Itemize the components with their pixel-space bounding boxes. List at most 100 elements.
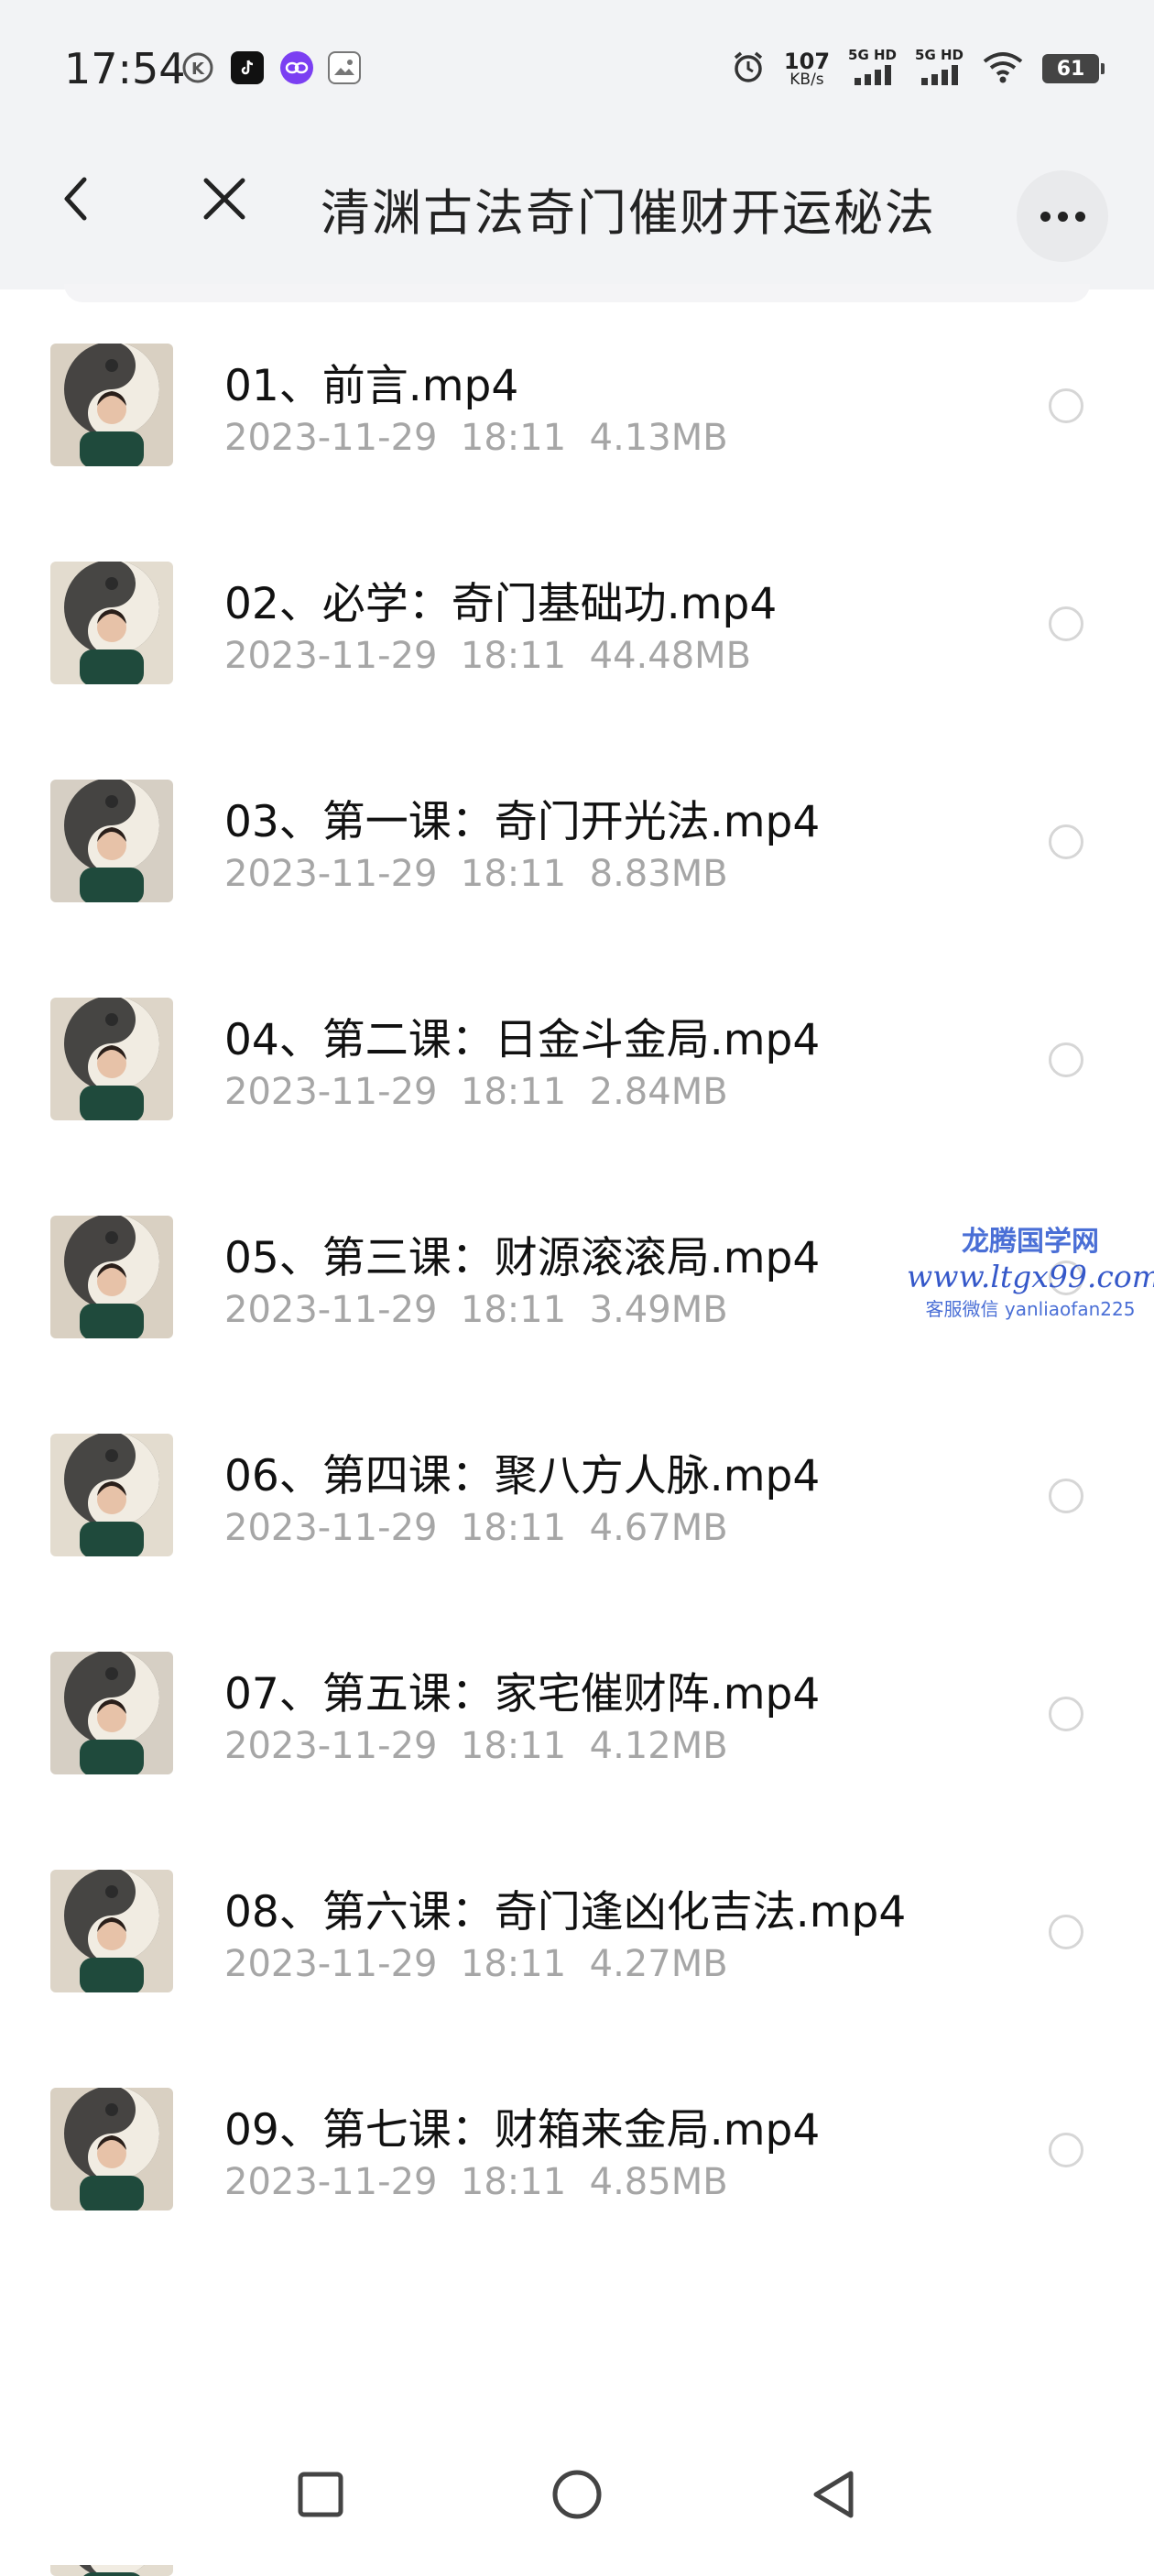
file-name: 01、前言.mp4 [224, 361, 519, 411]
file-time: 18:11 [460, 1071, 567, 1113]
image-app-icon [328, 51, 361, 84]
file-size: 4.12MB [589, 1725, 728, 1767]
file-list-item[interactable]: 03、第一课：奇门开光法.mp4 2023-11-29 18:11 8.83MB [0, 738, 1154, 956]
tiktok-icon [231, 51, 264, 84]
battery-icon: 61 [1042, 54, 1105, 83]
signal-2: 5G HD [915, 49, 963, 89]
video-thumbnail [50, 1870, 173, 1992]
file-name: 06、第四课：聚八方人脉.mp4 [224, 1451, 821, 1501]
file-date: 2023-11-29 [224, 635, 438, 677]
signal-1: 5G HD [848, 49, 897, 89]
watermark: 龙腾国学网 www.ltgx99.com 客服微信 yanliaofan225 [907, 1218, 1154, 1321]
select-radio[interactable] [1049, 1697, 1083, 1731]
file-time: 18:11 [460, 1507, 567, 1549]
file-time: 18:11 [460, 1943, 567, 1985]
dot-icon [1057, 211, 1068, 222]
file-size: 4.27MB [589, 1943, 728, 1985]
file-size: 4.85MB [589, 2161, 728, 2203]
file-meta: 2023-11-29 18:11 8.83MB [224, 853, 728, 895]
select-radio[interactable] [1049, 1915, 1083, 1949]
recent-apps-button[interactable] [288, 2464, 353, 2528]
signal-1-label: 5G HD [848, 47, 898, 63]
file-size: 4.13MB [589, 417, 728, 459]
file-size: 44.48MB [589, 635, 752, 677]
back-nav-button[interactable] [801, 2464, 866, 2528]
video-thumbnail [50, 1652, 173, 1774]
more-options-button[interactable] [1017, 170, 1108, 262]
header-bottom-edge [64, 284, 1090, 302]
alarm-icon [731, 49, 766, 88]
watermark-line-1: 龙腾国学网 [962, 1226, 1099, 1258]
close-button[interactable] [192, 169, 256, 233]
file-meta: 2023-11-29 18:11 4.13MB [224, 417, 728, 459]
file-list-item[interactable]: 09、第七课：财箱来金局.mp4 2023-11-29 18:11 4.85MB [0, 2047, 1154, 2265]
page-title: 清渊古法奇门催财开运秘法 [321, 184, 936, 242]
file-date: 2023-11-29 [224, 1071, 438, 1113]
circle-icon [550, 2468, 604, 2525]
file-time: 18:11 [460, 1289, 567, 1331]
file-name: 08、第六课：奇门逢凶化吉法.mp4 [224, 1887, 907, 1937]
watermark-line-2: www.ltgx99.com [907, 1259, 1154, 1294]
select-radio[interactable] [1049, 606, 1083, 641]
wifi-icon [982, 50, 1024, 87]
video-thumbnail [50, 562, 173, 684]
video-thumbnail [50, 998, 173, 1120]
file-time: 18:11 [460, 853, 567, 895]
file-time: 18:11 [460, 1725, 567, 1767]
video-thumbnail [50, 1216, 173, 1338]
file-date: 2023-11-29 [224, 853, 438, 895]
file-list-item[interactable]: 07、第五课：家宅催财阵.mp4 2023-11-29 18:11 4.12MB [0, 1610, 1154, 1828]
file-name: 09、第七课：财箱来金局.mp4 [224, 2105, 821, 2156]
system-navigation-bar [0, 2428, 1154, 2565]
file-meta: 2023-11-29 18:11 4.12MB [224, 1725, 728, 1767]
select-radio[interactable] [1049, 1479, 1083, 1513]
file-date: 2023-11-29 [224, 1943, 438, 1985]
file-list-item[interactable]: 08、第六课：奇门逢凶化吉法.mp4 2023-11-29 18:11 4.27M… [0, 1828, 1154, 2047]
video-thumbnail [50, 1434, 173, 1556]
file-size: 2.84MB [589, 1071, 728, 1113]
link-app-icon [280, 51, 313, 84]
status-bar: 17:54 K 107 KB/s 5G HD 5G HD 61 [0, 0, 1154, 115]
file-meta: 2023-11-29 18:11 3.49MB [224, 1289, 728, 1331]
back-button[interactable] [48, 169, 103, 233]
file-date: 2023-11-29 [224, 1725, 438, 1767]
select-radio[interactable] [1049, 824, 1083, 859]
k-icon: K [181, 51, 214, 84]
square-icon [296, 2470, 345, 2523]
file-list-item[interactable]: 01、前言.mp4 2023-11-29 18:11 4.13MB [0, 302, 1154, 520]
status-time: 17:54 [64, 44, 186, 93]
signal-bars-icon [920, 65, 960, 89]
select-radio[interactable] [1049, 2133, 1083, 2167]
watermark-line-3: 客服微信 yanliaofan225 [925, 1298, 1136, 1320]
file-meta: 2023-11-29 18:11 2.84MB [224, 1071, 728, 1113]
file-list-item[interactable]: 06、第四课：聚八方人脉.mp4 2023-11-29 18:11 4.67MB [0, 1392, 1154, 1610]
net-speed-value: 107 [783, 48, 831, 74]
triangle-back-icon [809, 2468, 858, 2525]
select-radio[interactable] [1049, 388, 1083, 423]
video-thumbnail [50, 780, 173, 902]
file-meta: 2023-11-29 18:11 44.48MB [224, 635, 751, 677]
file-list-item[interactable]: 04、第二课：日金斗金局.mp4 2023-11-29 18:11 2.84MB [0, 956, 1154, 1174]
network-speed: 107 KB/s [784, 50, 830, 88]
nav-bar: 清渊古法奇门催财开运秘法 [0, 115, 1154, 289]
file-time: 18:11 [460, 635, 567, 677]
file-name: 05、第三课：财源滚滚局.mp4 [224, 1233, 821, 1283]
home-button[interactable] [545, 2464, 609, 2528]
file-size: 4.67MB [589, 1507, 728, 1549]
file-meta: 2023-11-29 18:11 4.85MB [224, 2161, 728, 2203]
file-size: 3.49MB [589, 1289, 728, 1331]
file-meta: 2023-11-29 18:11 4.27MB [224, 1943, 728, 1985]
file-name: 02、必学：奇门基础功.mp4 [224, 579, 778, 629]
signal-2-label: 5G HD [915, 47, 963, 63]
file-time: 18:11 [460, 2161, 567, 2203]
file-date: 2023-11-29 [224, 417, 438, 459]
file-list-item[interactable]: 02、必学：奇门基础功.mp4 2023-11-29 18:11 44.48MB [0, 520, 1154, 738]
dot-icon [1074, 211, 1085, 222]
net-speed-unit: KB/s [789, 70, 824, 89]
video-thumbnail [50, 2088, 173, 2210]
signal-bars-icon [853, 65, 893, 89]
file-time: 18:11 [460, 417, 567, 459]
file-name: 07、第五课：家宅催财阵.mp4 [224, 1669, 821, 1719]
file-date: 2023-11-29 [224, 2161, 438, 2203]
select-radio[interactable] [1049, 1042, 1083, 1077]
